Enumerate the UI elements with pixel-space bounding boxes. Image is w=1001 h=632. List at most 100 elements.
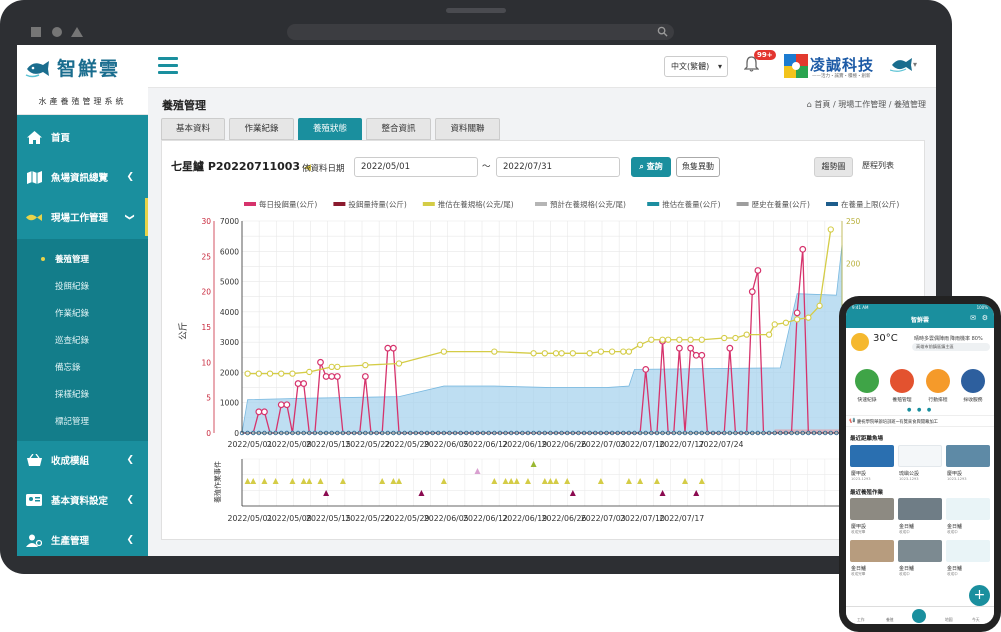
tab-map-label[interactable]: 地圖 [945, 617, 953, 623]
recent-thumb[interactable] [946, 498, 990, 520]
event-marker [300, 478, 307, 484]
recent-thumb[interactable] [898, 498, 942, 520]
menu-toggle-icon[interactable] [158, 57, 178, 75]
subnav-work[interactable]: 作業紀錄 [55, 307, 89, 319]
nav-harvest[interactable]: 收成模組 ❮ [17, 441, 148, 479]
schedule-icon[interactable] [926, 369, 950, 393]
quick-record-icon[interactable] [855, 369, 879, 393]
legend-swatch [422, 202, 435, 206]
spec-point [732, 334, 739, 342]
legend-swatch [826, 202, 838, 206]
subnav-sampling[interactable]: 採樣紀錄 [55, 388, 89, 400]
x-tick-label: 2022/07/03 [581, 440, 626, 449]
spec-point [636, 341, 644, 348]
spec-point [255, 370, 262, 377]
add-fab-button[interactable]: + [969, 585, 990, 606]
harvest-service-icon[interactable] [961, 369, 985, 393]
event-marker [698, 478, 705, 484]
breadcrumb-current: 養殖管理 [894, 100, 926, 109]
nav-basic-settings[interactable]: 基本資料設定 ❮ [17, 481, 148, 519]
nearby-name: 琉嶼公設 [899, 471, 920, 477]
nearby-code: 1023-1293 [899, 477, 919, 481]
subnav-farming[interactable]: 養殖管理 [40, 253, 89, 265]
action-schedule[interactable]: 行動排程 [918, 396, 958, 403]
nearby-thumb[interactable] [898, 445, 942, 467]
tab-relations[interactable]: 資料關聯 [435, 118, 500, 140]
breadcrumb-field-work[interactable]: 現場工作管理 [838, 100, 886, 109]
nearby-thumb[interactable] [946, 445, 990, 467]
brand-logo: 凌誠科技 ——活力・誠實・積極・創新 [784, 51, 914, 83]
home-crumb-icon[interactable]: ⌂ [807, 100, 812, 109]
event-marker [272, 478, 279, 484]
subnav-memo[interactable]: 備忘錄 [55, 361, 81, 373]
home-icon [26, 130, 42, 144]
top-bar: 中文(繁體) 99+ 凌誠科技 ——活力・誠實・積極・創新 ▾ [148, 45, 936, 88]
tab-integrated[interactable]: 整合資訊 [366, 118, 431, 140]
gear-icon[interactable]: ⚙ [982, 314, 988, 322]
nav-pond-overview[interactable]: 魚場資訊總覽 ❮ [17, 158, 148, 196]
tab-today-label[interactable]: 今天 [972, 617, 980, 623]
y-tick-label-feed: 15 [201, 323, 211, 332]
subnav-feeding[interactable]: 投餌紀錄 [55, 280, 89, 292]
feed-point [799, 245, 807, 253]
legend-swatch [244, 202, 256, 206]
nav-production[interactable]: 生產管理 ❮ [17, 521, 148, 556]
brand-fish-icon [890, 58, 912, 72]
recent-status: 收成完畢 [851, 530, 866, 534]
recent-thumb[interactable] [946, 540, 990, 562]
event-marker [323, 490, 330, 496]
tab-basic[interactable]: 基本資料 [161, 118, 225, 140]
nearby-thumb[interactable] [850, 445, 894, 467]
chevron-down-icon: ❮ [125, 213, 136, 221]
mail-icon[interactable]: ✉ [970, 314, 976, 322]
spec-point [771, 321, 778, 328]
event-marker [440, 478, 447, 484]
legend-swatch [736, 202, 749, 206]
notification-badge: 99+ [754, 50, 776, 60]
recent-thumb[interactable] [898, 540, 942, 562]
tab-status[interactable]: 養殖狀態 [298, 118, 362, 140]
legend-label: 每日投餌量(公斤) [259, 199, 317, 209]
window-circle-icon [52, 27, 62, 37]
recent-thumb[interactable] [850, 498, 894, 520]
url-bar[interactable] [287, 24, 674, 40]
x-tick-label: 2022/07/24 [699, 440, 744, 449]
breadcrumb-home[interactable]: 首頁 [814, 100, 830, 109]
language-select[interactable]: 中文(繁體) [664, 56, 728, 77]
subnav-tags[interactable]: 標記管理 [55, 415, 89, 427]
action-quick-record[interactable]: 快速紀錄 [847, 396, 887, 403]
event-marker [553, 478, 560, 484]
home-tab-icon[interactable] [912, 609, 926, 623]
news-bar[interactable]: 📢 慶祝學院舉辦培訓班~有獎來食興開幕加工 [846, 415, 994, 427]
carousel-dots[interactable]: ● ● ● [907, 407, 933, 413]
legend-swatch [535, 202, 547, 206]
phone-location[interactable]: 高雄市前鎮區鎮主區 [912, 343, 990, 351]
tab-work[interactable]: 作業紀錄 [229, 118, 294, 140]
nav-field-work[interactable]: 現場工作管理 ❮ [17, 198, 148, 236]
y-tick-label: 7000 [220, 217, 239, 226]
legend-label: 歷史在養量(公斤) [752, 199, 810, 209]
recent-status: 收成中 [947, 572, 958, 576]
nav-home[interactable]: 首頁 [17, 118, 148, 156]
x-tick-label: 2022/05/22 [345, 514, 390, 523]
brand-mark-icon [784, 54, 808, 78]
event-marker [261, 478, 268, 484]
recent-status: 收成中 [899, 572, 910, 576]
nav-production-label: 生產管理 [51, 536, 90, 547]
tab-work-label[interactable]: 工作 [857, 617, 865, 623]
y-tick-label-feed: 20 [201, 288, 211, 297]
app-logo[interactable]: 智鮮雲 [17, 45, 148, 90]
event-marker [681, 478, 688, 484]
tab-farming-label[interactable]: 養殖 [886, 617, 894, 623]
action-farming[interactable]: 養殖管理 [882, 396, 922, 403]
x-tick-label: 2022/05/08 [267, 440, 312, 449]
spec-point [793, 316, 801, 323]
farming-icon[interactable] [890, 369, 914, 393]
spec-point [648, 336, 655, 343]
phone-rain: 降雨機率 80% [950, 336, 983, 342]
spec-point [620, 348, 627, 355]
action-harvest[interactable]: 採收服務 [953, 396, 993, 403]
subnav-inspection[interactable]: 巡查紀錄 [55, 334, 89, 346]
recent-thumb[interactable] [850, 540, 894, 562]
caret-down-icon[interactable]: ▾ [913, 60, 917, 69]
